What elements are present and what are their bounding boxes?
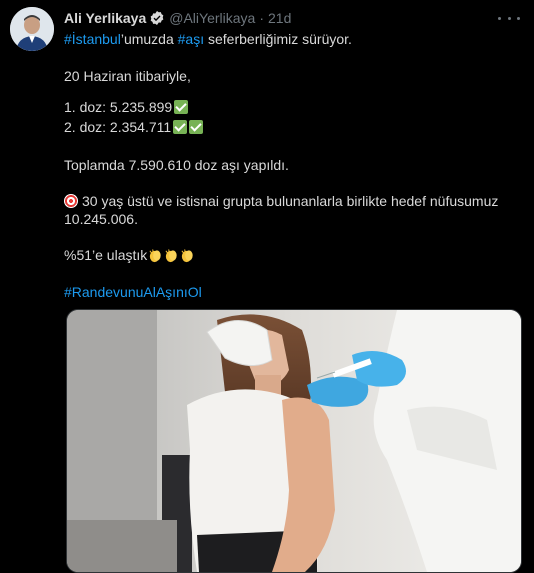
- tweet-time[interactable]: 21d: [268, 10, 291, 26]
- hashtag-randevu[interactable]: #RandevunuAlAşınıOl: [64, 283, 202, 301]
- check-mark-icon: [174, 100, 189, 114]
- target-text: 30 yaş üstü ve istisnai grupta bulunanla…: [82, 193, 499, 209]
- clapping-hands-icon: [181, 249, 193, 263]
- text-line-total: Toplamda 7.590.610 doz aşı yapıldı.: [64, 157, 289, 173]
- percent-text: %51’e ulaştık: [64, 247, 148, 263]
- text-segment: seferberliğimiz sürüyor.: [204, 31, 352, 47]
- tweet-header: Ali Yerlikaya @AliYerlikaya · 21d: [64, 8, 291, 28]
- tweet[interactable]: Ali Yerlikaya @AliYerlikaya · 21d #İstan…: [0, 0, 534, 573]
- text-line-intro: #İstanbul’umuzda #aşı seferberliğimiz sü…: [64, 30, 352, 48]
- direct-hit-icon: [64, 194, 78, 208]
- hashtag-istanbul[interactable]: #İstanbul: [64, 31, 121, 47]
- text-segment: ’umuzda: [120, 31, 178, 47]
- vaccination-photo: [67, 310, 521, 572]
- text-line-dose2: 2. doz: 2.354.711: [64, 118, 204, 136]
- check-mark-icon: [173, 120, 188, 134]
- clapping-hands-icon: [165, 249, 177, 263]
- dose2-text: 2. doz: 2.354.711: [64, 119, 172, 135]
- hashtag-asi[interactable]: #aşı: [178, 31, 204, 47]
- avatar[interactable]: [10, 7, 54, 51]
- author-name[interactable]: Ali Yerlikaya: [64, 10, 146, 26]
- text-line-target: 30 yaş üstü ve istisnai grupta bulunanla…: [64, 192, 498, 210]
- separator-dot: ·: [259, 10, 264, 26]
- tweet-image[interactable]: [66, 309, 522, 573]
- text-line-date: 20 Haziran itibariyle,: [64, 68, 191, 84]
- text-line-dose1: 1. doz: 5.235.899: [64, 98, 189, 116]
- text-line-target-value: 10.245.006.: [64, 211, 138, 227]
- text-line-percent: %51’e ulaştık: [64, 246, 195, 264]
- more-options-icon[interactable]: [498, 10, 520, 26]
- clapping-hands-icon: [149, 249, 161, 263]
- verified-badge-icon: [150, 11, 164, 25]
- author-handle[interactable]: @AliYerlikaya: [169, 10, 255, 26]
- check-mark-icon: [189, 120, 204, 134]
- dose1-text: 1. doz: 5.235.899: [64, 99, 173, 115]
